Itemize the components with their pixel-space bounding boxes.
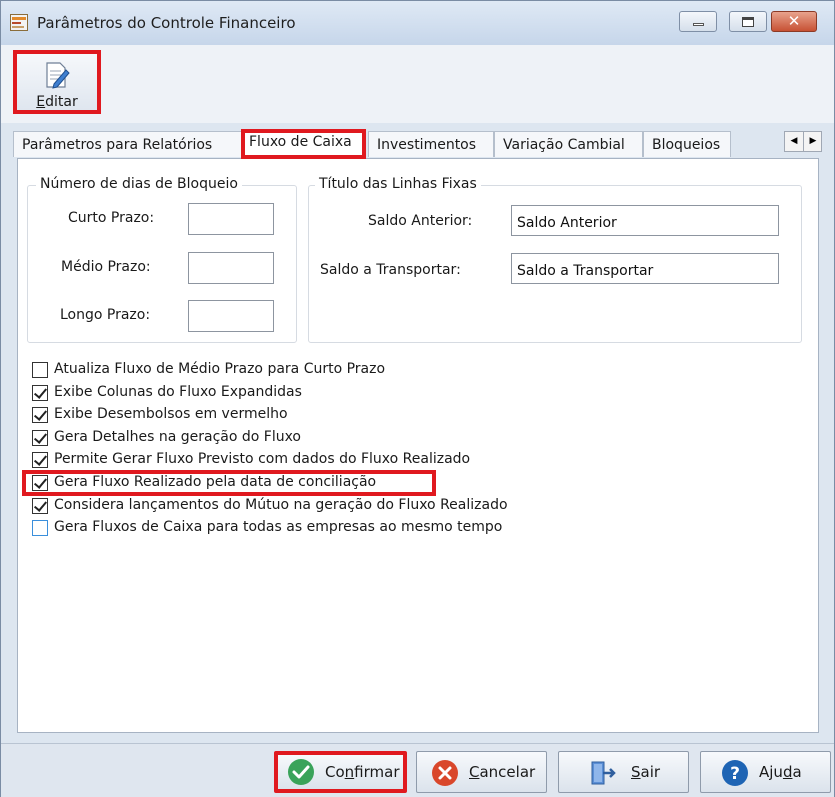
curto-prazo-input[interactable]: [188, 203, 274, 235]
maximize-icon: [742, 17, 754, 27]
medio-prazo-label: Médio Prazo:: [61, 259, 151, 275]
tab-fluxo-de-caixa[interactable]: Fluxo de Caixa: [241, 129, 366, 159]
option-label: Gera Detalhes na geração do Fluxo: [54, 429, 301, 445]
option-label: Permite Gerar Fluxo Previsto com dados d…: [54, 451, 471, 467]
saldo-transportar-input[interactable]: [511, 253, 779, 284]
group-dias-bloqueio: Número de dias de Bloqueio Curto Prazo: …: [27, 176, 297, 343]
checkbox[interactable]: [32, 498, 48, 514]
cancel-icon: [432, 760, 458, 786]
cancel-label: Cancelar: [469, 763, 536, 781]
maximize-button[interactable]: [729, 11, 767, 32]
edit-button[interactable]: Editar: [13, 50, 101, 114]
checkbox[interactable]: [32, 430, 48, 446]
tab-panel-fluxo-de-caixa: Número de dias de Bloqueio Curto Prazo: …: [17, 158, 819, 733]
tab-bloqueios[interactable]: Bloqueios: [643, 131, 731, 157]
option-label: Atualiza Fluxo de Médio Prazo para Curto…: [54, 361, 386, 377]
saldo-anterior-label: Saldo Anterior:: [368, 213, 473, 229]
checkbox[interactable]: [32, 407, 48, 423]
minimize-icon: [693, 23, 704, 26]
checkbox[interactable]: [32, 452, 48, 468]
exit-button[interactable]: Sair: [558, 751, 689, 793]
arrow-right-icon[interactable]: ▶: [804, 132, 822, 151]
exit-door-icon: [591, 761, 616, 785]
group-linhas-fixas: Título das Linhas Fixas Saldo Anterior: …: [308, 176, 802, 343]
svg-text:?: ?: [730, 764, 740, 784]
longo-prazo-input[interactable]: [188, 300, 274, 332]
tab-parametros-relatorios[interactable]: Parâmetros para Relatórios: [13, 131, 242, 157]
tab-variacao-cambial[interactable]: Variação Cambial: [494, 131, 643, 157]
checkmark-icon: [288, 759, 314, 785]
help-icon: ?: [722, 760, 748, 786]
edit-label: Editar: [36, 94, 78, 110]
window-title: Parâmetros do Controle Financeiro: [37, 14, 296, 32]
close-icon: ✕: [787, 12, 801, 30]
tab-strip: Parâmetros para Relatórios Fluxo de Caix…: [13, 129, 822, 159]
tab-scroll: ◀ ▶: [784, 131, 822, 152]
toolbar: Editar: [1, 45, 834, 123]
help-button[interactable]: ? Ajuda: [700, 751, 831, 793]
tab-investimentos[interactable]: Investimentos: [368, 131, 494, 157]
exit-label: Sair: [631, 763, 661, 781]
checkbox[interactable]: [32, 520, 48, 536]
option-label: Exibe Desembolsos em vermelho: [54, 406, 288, 422]
saldo-transportar-label: Saldo a Transportar:: [320, 262, 461, 278]
group-title-linhas-fixas: Título das Linhas Fixas: [315, 176, 481, 192]
confirm-button[interactable]: Confirmar: [274, 751, 407, 793]
checkbox[interactable]: [32, 362, 48, 378]
longo-prazo-label: Longo Prazo:: [60, 307, 151, 323]
help-label: Ajuda: [759, 763, 802, 781]
cancel-button[interactable]: Cancelar: [416, 751, 547, 793]
group-title-bloqueio: Número de dias de Bloqueio: [36, 176, 242, 192]
app-icon: [10, 14, 28, 31]
arrow-left-icon[interactable]: ◀: [785, 132, 804, 151]
dialog-window: Parâmetros do Controle Financeiro ✕ Edit…: [0, 0, 835, 797]
minimize-button[interactable]: [679, 11, 717, 32]
curto-prazo-label: Curto Prazo:: [68, 210, 155, 226]
confirm-label: Confirmar: [325, 763, 400, 781]
highlight-box: [22, 470, 436, 496]
medio-prazo-input[interactable]: [188, 252, 274, 284]
close-button[interactable]: ✕: [771, 11, 817, 32]
footer-bar: Confirmar Cancelar Sair ? Ajuda: [1, 743, 834, 797]
option-label: Gera Fluxos de Caixa para todas as empre…: [54, 519, 503, 535]
edit-document-icon: [46, 62, 70, 89]
saldo-anterior-input[interactable]: [511, 205, 779, 236]
option-label: Exibe Colunas do Fluxo Expandidas: [54, 384, 302, 400]
title-bar[interactable]: Parâmetros do Controle Financeiro ✕: [1, 1, 834, 45]
checkbox[interactable]: [32, 385, 48, 401]
option-label: Considera lançamentos do Mútuo na geraçã…: [54, 497, 508, 513]
